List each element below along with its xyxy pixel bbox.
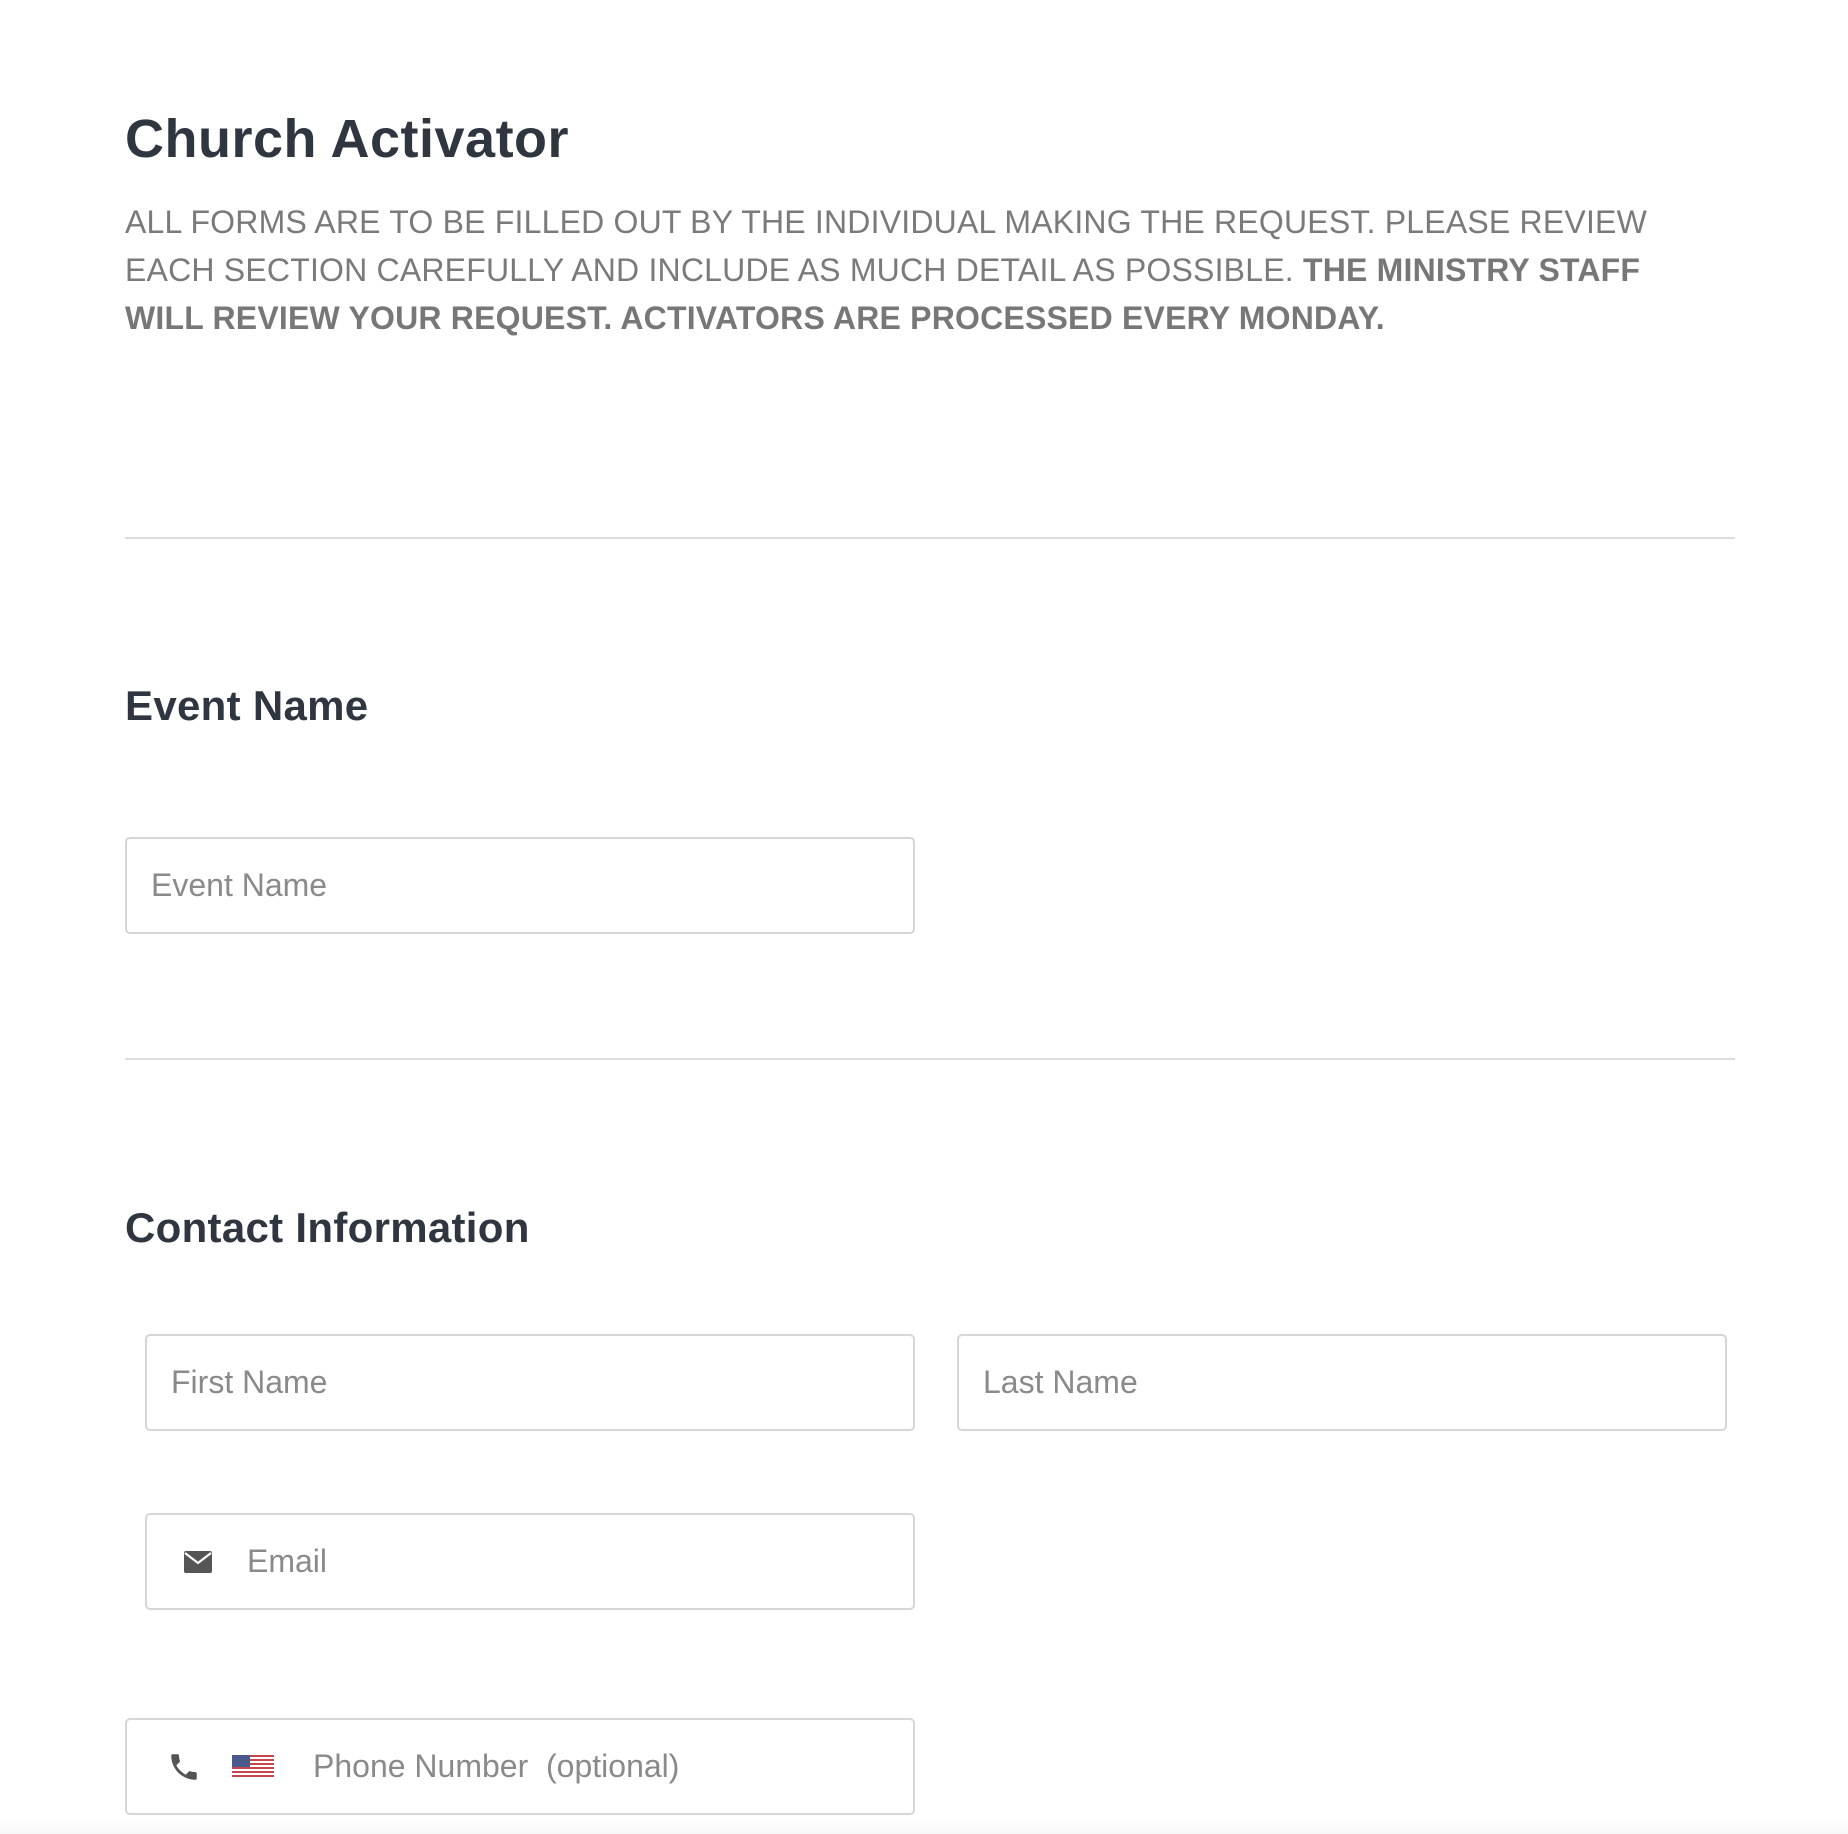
event-name-field[interactable] [125,837,915,934]
bottom-shadow [0,1820,1848,1834]
event-name-input[interactable] [151,839,897,932]
section-divider [125,1058,1735,1060]
form-title: Church Activator [125,109,570,169]
us-flag-icon[interactable] [232,1754,274,1779]
first-name-field[interactable] [145,1334,915,1431]
email-field[interactable] [145,1513,915,1610]
last-name-field[interactable] [957,1334,1727,1431]
first-name-input[interactable] [171,1336,897,1429]
phone-icon [167,1750,201,1784]
event-name-label: Event Name [125,682,369,729]
contact-information-label: Contact Information [125,1204,530,1251]
phone-field[interactable] [125,1718,915,1815]
form-intro: ALL FORMS ARE TO BE FILLED OUT BY THE IN… [125,198,1725,342]
last-name-input[interactable] [983,1336,1709,1429]
phone-input[interactable] [313,1720,897,1813]
section-divider [125,537,1735,539]
envelope-icon [183,1550,213,1574]
email-input[interactable] [247,1515,897,1608]
